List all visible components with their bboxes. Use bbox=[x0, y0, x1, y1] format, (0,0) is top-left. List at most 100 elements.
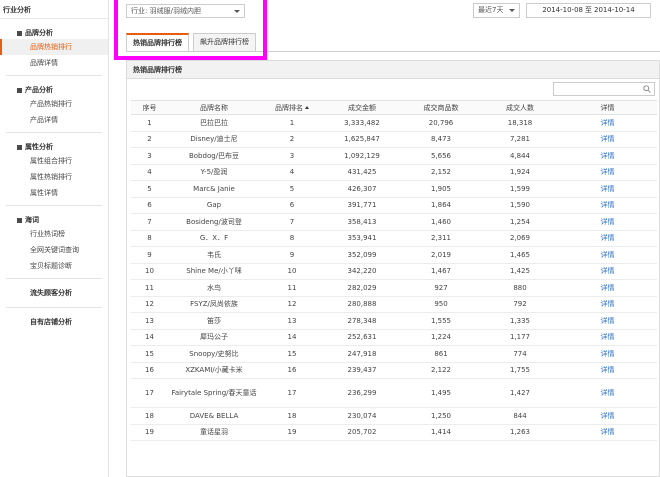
detail-link[interactable]: 详情 bbox=[558, 345, 657, 363]
sidebar-item-attribute-detail[interactable]: 属性详情 bbox=[0, 185, 108, 201]
cell-buyers: 1,427 bbox=[482, 378, 558, 408]
cell-index: 6 bbox=[131, 197, 168, 214]
detail-link[interactable]: 详情 bbox=[558, 147, 657, 165]
sidebar-item-attribute-hot-rank[interactable]: 属性热销排行 bbox=[0, 169, 108, 185]
detail-link[interactable]: 详情 bbox=[558, 362, 657, 379]
industry-select[interactable]: 行业: 羽绒服/羽绒内胆 bbox=[126, 4, 245, 18]
cell-brand: Snoopy/史努比 bbox=[168, 345, 260, 363]
cell-items: 1,555 bbox=[400, 312, 482, 330]
cell-buyers: 1,755 bbox=[482, 362, 558, 379]
cell-items: 1,905 bbox=[400, 180, 482, 198]
cell-rank: 16 bbox=[260, 362, 324, 379]
sidebar-item-own-shop[interactable]: 自有店铺分析 bbox=[0, 308, 108, 336]
cell-brand: G．X．F bbox=[168, 230, 260, 247]
table-row: 3 Bobdog/巴布豆 3 1,092,129 5,656 4,844 详情 bbox=[131, 147, 657, 165]
table-row: 4 Y-5/盈润 4 431,425 2,152 1,924 详情 bbox=[131, 164, 657, 181]
time-range-select[interactable]: 最近7天 bbox=[473, 3, 520, 18]
search-input[interactable] bbox=[553, 82, 655, 96]
detail-link[interactable]: 详情 bbox=[558, 197, 657, 214]
cell-rank: 3 bbox=[260, 147, 324, 165]
sidebar: 行业分析 品牌分析 品牌热销排行 品牌详情 产品分析 产品热销排行 产品详情 属… bbox=[0, 0, 109, 477]
search-icon[interactable] bbox=[643, 85, 651, 93]
sidebar-industry-analysis[interactable]: 行业分析 bbox=[0, 0, 108, 19]
cell-index: 9 bbox=[131, 246, 168, 264]
detail-link[interactable]: 详情 bbox=[558, 213, 657, 231]
cell-items: 927 bbox=[400, 279, 482, 297]
detail-link[interactable]: 详情 bbox=[558, 230, 657, 247]
date-from: 2014-10-08 bbox=[542, 6, 583, 14]
detail-link[interactable]: 详情 bbox=[558, 407, 657, 425]
sidebar-item-product-detail[interactable]: 产品详情 bbox=[0, 112, 108, 128]
tab-hot-brand-rank[interactable]: 热销品牌排行榜 bbox=[126, 33, 189, 51]
tab-rising-brand-rank[interactable]: 飙升品牌排行榜 bbox=[193, 33, 256, 51]
cell-amount: 391,771 bbox=[324, 197, 400, 214]
cell-amount: 280,888 bbox=[324, 296, 400, 313]
cell-brand: Gap bbox=[168, 197, 260, 214]
cell-index: 18 bbox=[131, 407, 168, 425]
cell-rank: 17 bbox=[260, 378, 324, 408]
square-bullet-icon bbox=[17, 87, 22, 93]
date-to: 2014-10-14 bbox=[594, 6, 635, 14]
main-content: 行业: 羽绒服/羽绒内胆 最近7天 2014-10-08 至 2014-10-14 … bbox=[114, 0, 660, 477]
square-bullet-icon bbox=[17, 30, 22, 36]
cell-brand: DAVE& BELLA bbox=[168, 407, 260, 425]
detail-link[interactable]: 详情 bbox=[558, 279, 657, 297]
sidebar-group-attribute-title: 属性分析 bbox=[0, 141, 108, 153]
cell-items: 2,152 bbox=[400, 164, 482, 181]
cell-amount: 342,220 bbox=[324, 263, 400, 280]
table-row: 8 G．X．F 8 353,941 2,311 2,069 详情 bbox=[131, 230, 657, 247]
cell-index: 1 bbox=[131, 114, 168, 132]
detail-link[interactable]: 详情 bbox=[558, 246, 657, 264]
detail-link[interactable]: 详情 bbox=[558, 424, 657, 441]
cell-rank: 5 bbox=[260, 180, 324, 198]
cell-index: 3 bbox=[131, 147, 168, 165]
cell-brand: FSYZ/凤尚依族 bbox=[168, 296, 260, 313]
detail-link[interactable]: 详情 bbox=[558, 263, 657, 280]
col-header-rank[interactable]: 品牌排名 bbox=[260, 100, 324, 115]
detail-link[interactable]: 详情 bbox=[558, 131, 657, 148]
detail-link[interactable]: 详情 bbox=[558, 312, 657, 330]
sidebar-group-keywords: 海词 行业热词榜 全网关键词查询 宝贝标题诊断 bbox=[0, 206, 108, 278]
ranking-panel: 热销品牌排行榜 序号 品牌名称 品牌排名 成交金额 成交商品数 成交人数 详情 … bbox=[126, 60, 660, 477]
square-bullet-icon bbox=[17, 144, 22, 150]
detail-link[interactable]: 详情 bbox=[558, 296, 657, 313]
sidebar-item-attribute-combo-rank[interactable]: 属性组合排行 bbox=[0, 153, 108, 169]
cell-buyers: 1,254 bbox=[482, 213, 558, 231]
sidebar-item-lost-customers[interactable]: 流失顾客分析 bbox=[0, 279, 108, 307]
cell-amount: 358,413 bbox=[324, 213, 400, 231]
cell-buyers: 2,069 bbox=[482, 230, 558, 247]
sidebar-item-brand-detail[interactable]: 品牌详情 bbox=[0, 55, 108, 71]
detail-link[interactable]: 详情 bbox=[558, 180, 657, 198]
cell-index: 8 bbox=[131, 230, 168, 247]
cell-buyers: 18,318 bbox=[482, 114, 558, 132]
cell-buyers: 1,177 bbox=[482, 329, 558, 346]
detail-link[interactable]: 详情 bbox=[558, 329, 657, 346]
sidebar-group-brand-title: 品牌分析 bbox=[0, 27, 108, 39]
date-range-picker[interactable]: 2014-10-08 至 2014-10-14 bbox=[526, 3, 651, 18]
topbar: 行业: 羽绒服/羽绒内胆 最近7天 2014-10-08 至 2014-10-14 bbox=[118, 0, 660, 22]
table-row: 9 韦氏 9 352,099 2,019 1,465 详情 bbox=[131, 246, 657, 264]
sort-up-icon bbox=[305, 105, 309, 109]
col-header-buyers: 成交人数 bbox=[482, 100, 558, 115]
sidebar-item-brand-hot-rank[interactable]: 品牌热销排行 bbox=[0, 39, 108, 55]
cell-rank: 19 bbox=[260, 424, 324, 441]
cell-amount: 426,307 bbox=[324, 180, 400, 198]
cell-buyers: 1,590 bbox=[482, 197, 558, 214]
sidebar-item-product-hot-rank[interactable]: 产品热销排行 bbox=[0, 96, 108, 112]
detail-link[interactable]: 详情 bbox=[558, 378, 657, 408]
sidebar-item-keyword-query[interactable]: 全网关键词查询 bbox=[0, 242, 108, 258]
chevron-down-icon bbox=[509, 9, 515, 12]
cell-amount: 239,437 bbox=[324, 362, 400, 379]
cell-brand: Disney/迪士尼 bbox=[168, 131, 260, 148]
cell-buyers: 1,425 bbox=[482, 263, 558, 280]
detail-link[interactable]: 详情 bbox=[558, 114, 657, 132]
sidebar-group-brand: 品牌分析 品牌热销排行 品牌详情 bbox=[0, 19, 108, 75]
cell-index: 12 bbox=[131, 296, 168, 313]
cell-items: 861 bbox=[400, 345, 482, 363]
sidebar-item-title-diagnosis[interactable]: 宝贝标题诊断 bbox=[0, 258, 108, 274]
cell-amount: 431,425 bbox=[324, 164, 400, 181]
brand-ranking-table: 序号 品牌名称 品牌排名 成交金额 成交商品数 成交人数 详情 1 巴拉巴拉 1 3,… bbox=[131, 100, 657, 441]
sidebar-item-industry-hot-words[interactable]: 行业热词榜 bbox=[0, 226, 108, 242]
cell-amount: 230,074 bbox=[324, 407, 400, 425]
detail-link[interactable]: 详情 bbox=[558, 164, 657, 181]
